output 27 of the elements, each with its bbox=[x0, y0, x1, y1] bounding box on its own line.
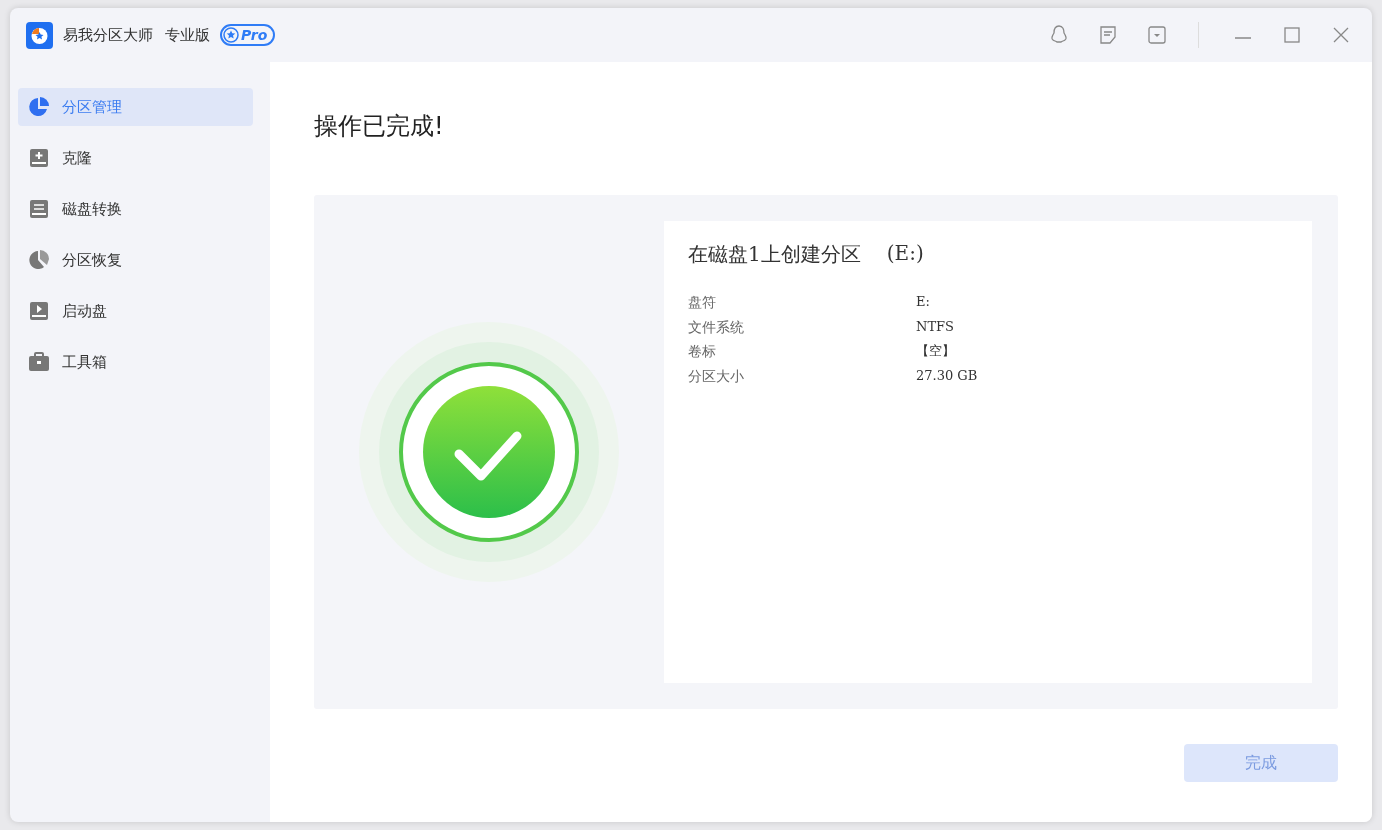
detail-value: NTFS bbox=[916, 317, 955, 336]
pie-chart-icon bbox=[28, 96, 50, 118]
sidebar-item[interactable]: 启动盘 bbox=[18, 292, 253, 330]
detail-label: 盘符 bbox=[688, 293, 717, 312]
page-heading: 操作已完成! bbox=[314, 111, 445, 142]
sidebar-item[interactable]: 磁盘转换 bbox=[18, 190, 253, 228]
disk-plus-icon bbox=[28, 147, 50, 169]
success-check-icon bbox=[357, 320, 621, 584]
toolbox-icon bbox=[28, 351, 50, 373]
disk-play-icon bbox=[28, 300, 50, 322]
pro-label: Pro bbox=[241, 27, 268, 43]
edition-label: 专业版 bbox=[165, 25, 210, 45]
disk-convert-icon bbox=[28, 198, 50, 220]
sidebar-item[interactable]: 分区恢复 bbox=[18, 241, 253, 279]
detail-label: 分区大小 bbox=[688, 366, 745, 386]
sidebar-item[interactable]: 工具箱 bbox=[18, 343, 253, 381]
operation-title: 在磁盘1上创建分区 bbox=[688, 241, 861, 268]
pie-recover-icon bbox=[28, 249, 50, 271]
detail-value: 【空】 bbox=[916, 342, 956, 360]
drive-letter: (E:) bbox=[886, 241, 924, 267]
detail-value: 27.30 GB bbox=[916, 366, 979, 385]
detail-label: 卷标 bbox=[688, 342, 717, 361]
sidebar-item[interactable]: 克隆 bbox=[18, 139, 253, 177]
app-title: 易我分区大师 bbox=[63, 25, 153, 45]
app-logo-icon bbox=[26, 21, 53, 49]
detail-label: 文件系统 bbox=[688, 317, 745, 337]
detail-value: E: bbox=[916, 293, 931, 311]
